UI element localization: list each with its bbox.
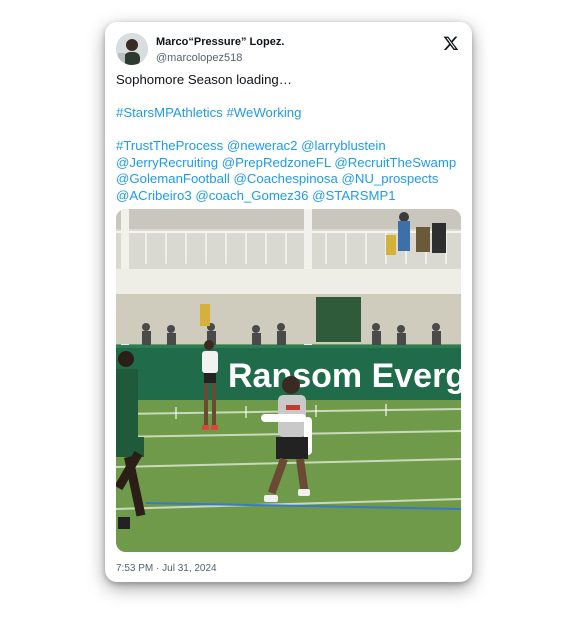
tweet-card: Marco“Pressure” Lopez. @marcolopez518 So…	[105, 22, 472, 582]
tweet-timestamp[interactable]: 7:53 PM · Jul 31, 2024	[116, 563, 217, 575]
tweet-header: Marco“Pressure” Lopez. @marcolopez518	[116, 33, 461, 69]
hashtag-link[interactable]: #StarsMPAthletics	[116, 105, 223, 120]
mention-link[interactable]: @NU_prospects	[341, 171, 438, 186]
handle[interactable]: @marcolopez518	[156, 51, 284, 65]
mention-link[interactable]: @RecruitTheSwamp	[334, 155, 456, 170]
mention-link[interactable]: @ACribeiro3	[116, 188, 192, 203]
banner-text: Ransom Evergl	[228, 357, 461, 395]
mentions-line: #TrustTheProcess @newerac2 @larryblustei…	[116, 138, 461, 204]
mention-link[interactable]: @JerryRecruiting	[116, 155, 218, 170]
mention-link[interactable]: @PrepRedzoneFL	[222, 155, 331, 170]
page: Marco“Pressure” Lopez. @marcolopez518 So…	[0, 0, 577, 644]
tweet-text: Sophomore Season loading… #StarsMPAthlet…	[116, 72, 461, 204]
mention-link[interactable]: @STARSMP1	[312, 188, 396, 203]
author-block: Marco“Pressure” Lopez. @marcolopez518	[156, 36, 284, 65]
hashtag-line: #StarsMPAthletics #WeWorking	[116, 105, 461, 122]
tweet-line: Sophomore Season loading…	[116, 72, 292, 87]
hashtag-link[interactable]: #TrustTheProcess	[116, 138, 223, 153]
mention-link[interactable]: @larryblustein	[301, 138, 385, 153]
mention-link[interactable]: @Coachespinosa	[234, 171, 338, 186]
mention-link[interactable]: @coach_Gomez36	[195, 188, 308, 203]
x-logo-icon[interactable]	[443, 35, 459, 51]
tweet-photo[interactable]: Ransom Evergl	[116, 209, 461, 552]
mention-link[interactable]: @GolemanFootball	[116, 171, 230, 186]
hashtag-link[interactable]: #WeWorking	[226, 105, 301, 120]
display-name[interactable]: Marco“Pressure” Lopez.	[156, 36, 284, 49]
mention-link[interactable]: @newerac2	[227, 138, 298, 153]
avatar[interactable]	[116, 33, 148, 65]
